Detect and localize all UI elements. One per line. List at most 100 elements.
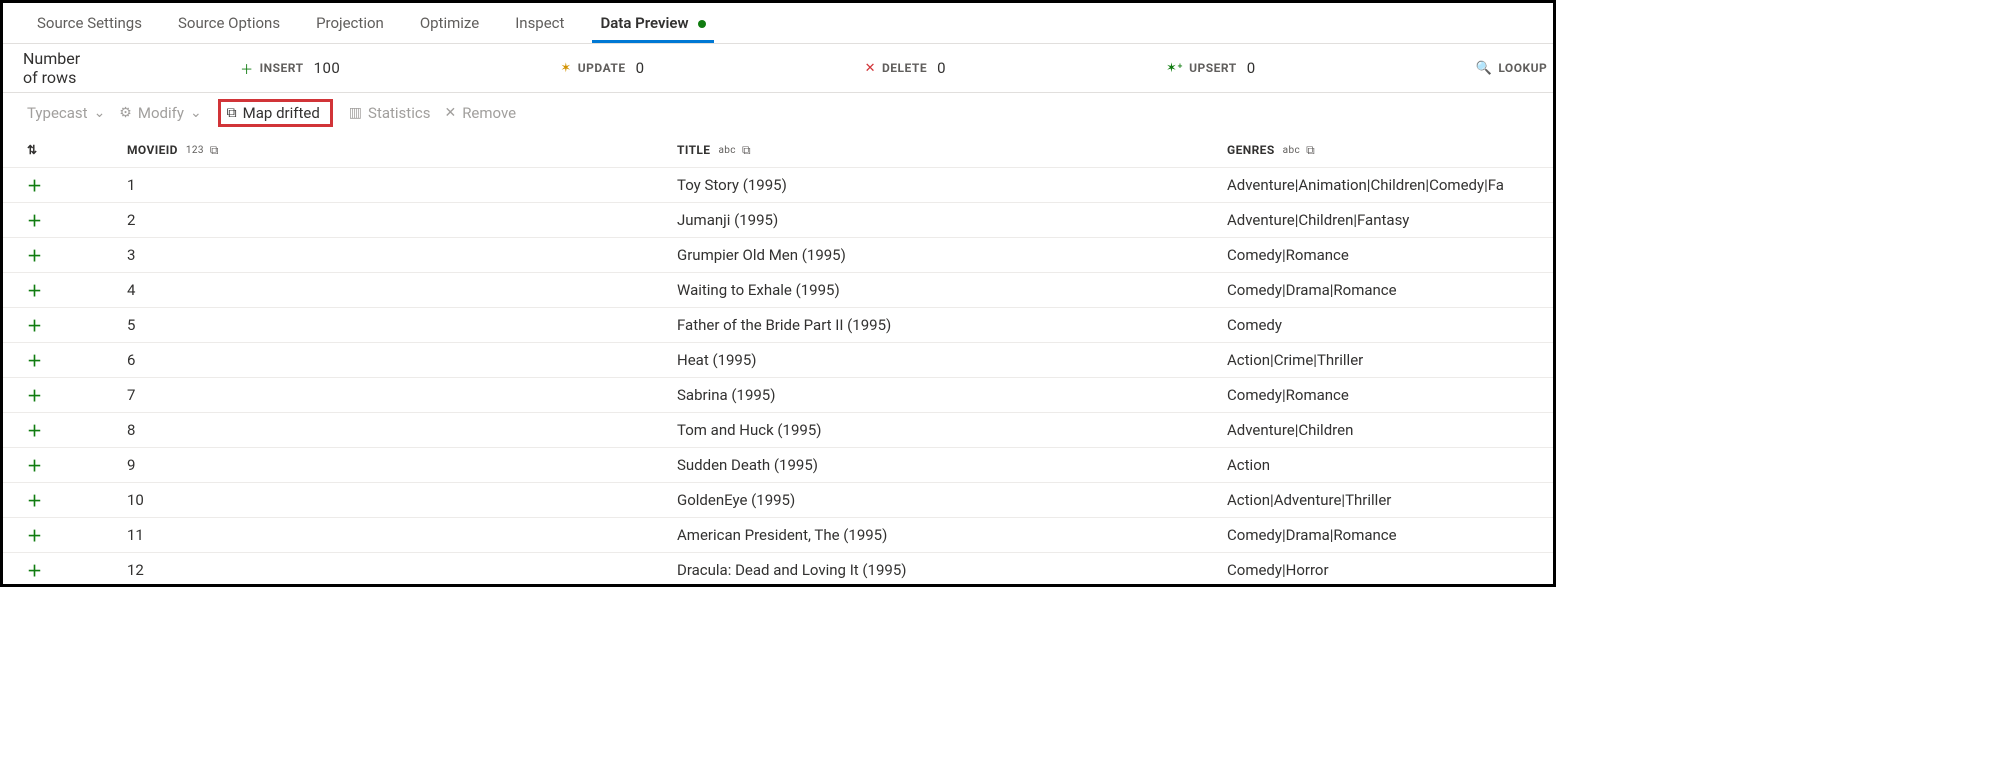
cell-title: GoldenEye (1995) <box>677 491 1227 509</box>
upsert-icon: ✶⁺ <box>1166 61 1183 76</box>
cell-movieid: 12 <box>127 561 677 579</box>
cell-title: Grumpier Old Men (1995) <box>677 246 1227 264</box>
plus-icon: ＋ <box>27 280 42 301</box>
tab-projection[interactable]: Projection <box>298 3 402 43</box>
search-icon: 🔍 <box>1476 61 1493 76</box>
plus-icon: ＋ <box>27 385 42 406</box>
cell-title: Waiting to Exhale (1995) <box>677 281 1227 299</box>
table-row[interactable]: ＋ 8Tom and Huck (1995)Adventure|Children <box>3 413 1553 448</box>
tab-bar: Source Settings Source Options Projectio… <box>3 3 1553 44</box>
cell-movieid: 6 <box>127 351 677 369</box>
table-row[interactable]: ＋ 7Sabrina (1995)Comedy|Romance <box>3 378 1553 413</box>
tab-source-settings[interactable]: Source Settings <box>19 3 160 43</box>
table-row[interactable]: ＋6Heat (1995)Action|Crime|Thriller <box>3 343 1553 378</box>
table-row[interactable]: ＋ 9Sudden Death (1995)Action <box>3 448 1553 483</box>
cell-title: Jumanji (1995) <box>677 211 1227 229</box>
col-header-title[interactable]: TITLE abc ⧉ <box>677 143 1227 158</box>
cell-genres: Adventure|Animation|Children|Comedy|Fa <box>1227 176 1529 194</box>
plus-icon: ＋ <box>27 525 42 546</box>
remove-button[interactable]: ✕ Remove <box>444 104 516 122</box>
statistics-button[interactable]: ▥ Statistics <box>349 104 431 122</box>
plus-icon: ＋ <box>27 455 42 476</box>
cell-movieid: 10 <box>127 491 677 509</box>
preview-toolbar: Typecast ⌄ ⚙ Modify ⌄ ⧉ Map drifted ▥ St… <box>3 93 1553 133</box>
cell-genres: Comedy|Drama|Romance <box>1227 281 1529 299</box>
cell-title: Dracula: Dead and Loving It (1995) <box>677 561 1227 579</box>
chevron-down-icon: ⌄ <box>94 105 106 121</box>
lookup-counter: 🔍 LOOKUP 0 <box>1476 59 1556 77</box>
cell-genres: Comedy|Horror <box>1227 561 1529 579</box>
column-menu-icon[interactable]: ⧉ <box>742 143 751 158</box>
cell-genres: Adventure|Children|Fantasy <box>1227 211 1529 229</box>
cell-title: Toy Story (1995) <box>677 176 1227 194</box>
table-body: ＋ 1Toy Story (1995)Adventure|Animation|Ch… <box>3 168 1553 587</box>
cell-movieid: 1 <box>127 176 677 194</box>
table-row[interactable]: ＋ 4Waiting to Exhale (1995)Comedy|Drama|R… <box>3 273 1553 308</box>
plus-icon: ＋ <box>27 210 42 231</box>
tab-data-preview[interactable]: Data Preview <box>582 3 724 43</box>
counters-bar: Number of rows ＋ INSERT 100 ✶ UPDATE 0 ✕… <box>3 44 1553 93</box>
cell-genres: Adventure|Children <box>1227 421 1529 439</box>
table-row[interactable]: ＋ 12Dracula: Dead and Loving It (1995)Com… <box>3 553 1553 587</box>
highlight-annotation: ⧉ Map drifted <box>218 99 333 127</box>
cell-movieid: 8 <box>127 421 677 439</box>
cell-genres: Comedy|Romance <box>1227 246 1529 264</box>
cell-genres: Action|Adventure|Thriller <box>1227 491 1529 509</box>
modify-button[interactable]: ⚙ Modify ⌄ <box>119 104 201 122</box>
cell-movieid: 4 <box>127 281 677 299</box>
plus-icon: ＋ <box>240 59 254 78</box>
table-row[interactable]: ＋ 3Grumpier Old Men (1995)Comedy|Romance <box>3 238 1553 273</box>
x-icon: ✕ <box>865 61 876 76</box>
cell-movieid: 9 <box>127 456 677 474</box>
cell-movieid: 7 <box>127 386 677 404</box>
branch-icon: ⚙ <box>119 105 132 121</box>
insert-counter: ＋ INSERT 100 <box>240 59 340 78</box>
cell-movieid: 11 <box>127 526 677 544</box>
chart-icon: ▥ <box>349 105 362 121</box>
cell-movieid: 3 <box>127 246 677 264</box>
plus-icon: ＋ <box>27 315 42 336</box>
plus-icon: ＋ <box>27 245 42 266</box>
upsert-counter: ✶⁺ UPSERT 0 <box>1166 59 1256 77</box>
tab-source-options[interactable]: Source Options <box>160 3 298 43</box>
plus-icon: ＋ <box>27 490 42 511</box>
cell-title: Sudden Death (1995) <box>677 456 1227 474</box>
status-dot-icon <box>698 20 706 28</box>
plus-icon: ＋ <box>27 560 42 581</box>
cell-genres: Comedy <box>1227 316 1529 334</box>
column-menu-icon[interactable]: ⧉ <box>210 143 219 158</box>
typecast-button[interactable]: Typecast ⌄ <box>27 104 105 122</box>
cell-title: American President, The (1995) <box>677 526 1227 544</box>
plus-icon: ＋ <box>27 175 42 196</box>
cell-title: Father of the Bride Part II (1995) <box>677 316 1227 334</box>
table-row[interactable]: ＋ 2Jumanji (1995)Adventure|Children|Fanta… <box>3 203 1553 238</box>
map-drifted-button[interactable]: ⧉ Map drifted <box>227 104 320 122</box>
table-row[interactable]: ＋ 11American President, The (1995)Comedy|… <box>3 518 1553 553</box>
cell-movieid: 2 <box>127 211 677 229</box>
table-row[interactable]: ＋ 10GoldenEye (1995)Action|Adventure|Thri… <box>3 483 1553 518</box>
tab-optimize[interactable]: Optimize <box>402 3 497 43</box>
cell-genres: Action <box>1227 456 1529 474</box>
cell-movieid: 5 <box>127 316 677 334</box>
col-header-movieid[interactable]: MOVIEID 123 ⧉ <box>127 143 677 158</box>
cell-genres: Comedy|Drama|Romance <box>1227 526 1529 544</box>
tab-inspect[interactable]: Inspect <box>497 3 582 43</box>
table-row[interactable]: ＋ 5Father of the Bride Part II (1995)Come… <box>3 308 1553 343</box>
cell-title: Sabrina (1995) <box>677 386 1227 404</box>
plus-icon: ＋ <box>27 420 42 441</box>
table-header: ⇅ MOVIEID 123 ⧉ TITLE abc ⧉ GENRES abc ⧉ <box>3 133 1553 168</box>
column-menu-icon[interactable]: ⧉ <box>1306 143 1315 158</box>
cell-title: Tom and Huck (1995) <box>677 421 1227 439</box>
table-row[interactable]: ＋ 1Toy Story (1995)Adventure|Animation|Ch… <box>3 168 1553 203</box>
sort-icon[interactable]: ⇅ <box>27 143 37 157</box>
update-counter: ✶ UPDATE 0 <box>560 59 644 77</box>
chevron-down-icon: ⌄ <box>190 105 202 121</box>
cell-genres: Comedy|Romance <box>1227 386 1529 404</box>
cell-title: Heat (1995) <box>677 351 1227 369</box>
cell-genres: Action|Crime|Thriller <box>1227 351 1529 369</box>
close-icon: ✕ <box>444 105 456 121</box>
asterisk-icon: ✶ <box>560 61 571 76</box>
delete-counter: ✕ DELETE 0 <box>865 59 946 77</box>
rows-label: Number of rows <box>23 49 80 87</box>
col-header-genres[interactable]: GENRES abc ⧉ <box>1227 143 1529 158</box>
